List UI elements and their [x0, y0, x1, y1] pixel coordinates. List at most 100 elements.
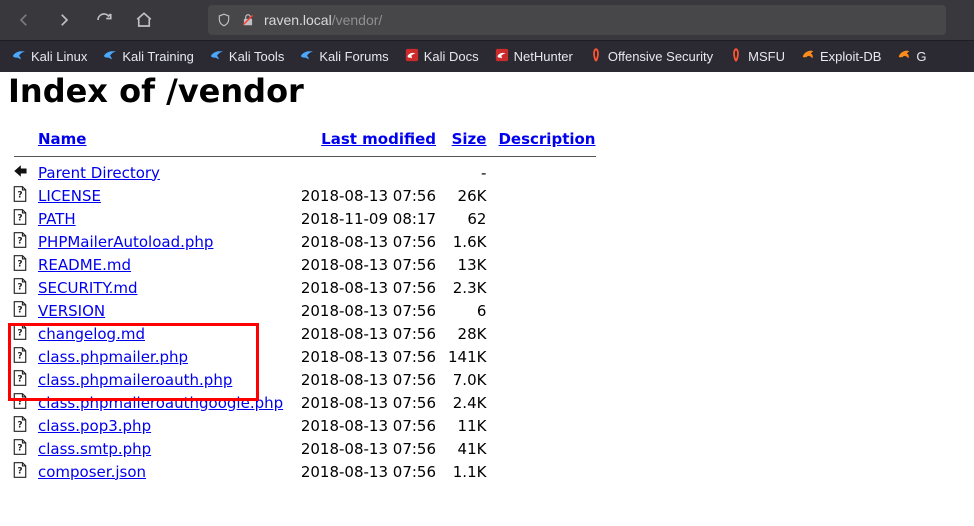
file-size: - [442, 161, 492, 184]
col-header-modified[interactable]: Last modified [321, 130, 436, 148]
svg-text:?: ? [17, 443, 22, 453]
file-link[interactable]: README.md [38, 256, 131, 274]
file-date: 2018-08-13 07:56 [292, 230, 442, 253]
col-header-size[interactable]: Size [452, 130, 487, 148]
bookmark-icon [589, 48, 603, 65]
bookmark-item[interactable]: Kali Tools [204, 44, 290, 69]
file-icon: ? [10, 414, 30, 434]
file-icon: ? [10, 276, 30, 296]
file-date: 2018-11-09 08:17 [292, 207, 442, 230]
file-link[interactable]: class.phpmaileroauth.php [38, 371, 232, 389]
table-row: ?composer.json2018-08-13 07:561.1K [8, 460, 602, 483]
file-desc [492, 368, 601, 391]
file-link[interactable]: PATH [38, 210, 76, 228]
file-link[interactable]: PHPMailerAutoload.php [38, 233, 213, 251]
file-link[interactable]: SECURITY.md [38, 279, 138, 297]
bookmark-item[interactable]: NetHunter [489, 44, 579, 69]
shield-icon[interactable] [216, 12, 232, 28]
svg-text:?: ? [17, 282, 22, 292]
svg-text:?: ? [17, 466, 22, 476]
file-date: 2018-08-13 07:56 [292, 276, 442, 299]
file-link[interactable]: composer.json [38, 463, 146, 481]
bookmark-item[interactable]: Kali Forums [294, 44, 394, 69]
file-desc [492, 345, 601, 368]
file-icon: ? [10, 322, 30, 342]
file-desc [492, 207, 601, 230]
bookmark-icon [729, 48, 743, 65]
file-desc [492, 253, 601, 276]
file-size: 2.3K [442, 276, 492, 299]
bookmark-label: Kali Docs [424, 49, 479, 64]
file-size: 26K [442, 184, 492, 207]
file-link[interactable]: class.pop3.php [38, 417, 151, 435]
bookmarks-bar: Kali Linux Kali Training Kali Tools Kali Fo… [0, 40, 974, 72]
directory-listing: Name Last modified Size Description Pare… [8, 126, 602, 483]
file-icon: ? [10, 391, 30, 411]
reload-button[interactable] [88, 4, 120, 36]
file-size: 2.4K [442, 391, 492, 414]
file-size: 11K [442, 414, 492, 437]
file-link[interactable]: class.smtp.php [38, 440, 151, 458]
file-size: 7.0K [442, 368, 492, 391]
file-date: 2018-08-13 07:56 [292, 368, 442, 391]
table-row: ?VERSION2018-08-13 07:566 [8, 299, 602, 322]
file-date: 2018-08-13 07:56 [292, 414, 442, 437]
bookmark-item[interactable]: Kali Docs [399, 44, 485, 69]
file-desc [492, 414, 601, 437]
bookmark-icon [300, 48, 314, 65]
bookmark-label: Kali Training [122, 49, 194, 64]
bookmark-item[interactable]: Kali Training [97, 44, 200, 69]
file-link[interactable]: LICENSE [38, 187, 101, 205]
bookmark-item[interactable]: MSFU [723, 44, 791, 69]
file-size: 13K [442, 253, 492, 276]
file-link[interactable]: Parent Directory [38, 164, 160, 182]
url-bar[interactable]: raven.local/vendor/ [208, 5, 946, 35]
file-size: 62 [442, 207, 492, 230]
bookmark-label: G [916, 49, 926, 64]
bookmark-label: Exploit-DB [820, 49, 881, 64]
svg-text:?: ? [17, 328, 22, 338]
file-link[interactable]: changelog.md [38, 325, 145, 343]
table-row: Parent Directory - [8, 161, 602, 184]
bookmark-icon [210, 48, 224, 65]
table-row: ?PATH2018-11-09 08:1762 [8, 207, 602, 230]
bookmark-item[interactable]: Exploit-DB [795, 44, 887, 69]
back-button[interactable] [8, 4, 40, 36]
col-header-name[interactable]: Name [38, 130, 86, 148]
file-desc [492, 460, 601, 483]
svg-text:?: ? [17, 420, 22, 430]
file-date: 2018-08-13 07:56 [292, 299, 442, 322]
file-link[interactable]: class.phpmailer.php [38, 348, 188, 366]
file-date: 2018-08-13 07:56 [292, 253, 442, 276]
file-link[interactable]: VERSION [38, 302, 105, 320]
bookmark-label: Kali Tools [229, 49, 284, 64]
file-link[interactable]: class.phpmaileroauthgoogle.php [38, 394, 283, 412]
svg-text:?: ? [17, 351, 22, 361]
file-size: 141K [442, 345, 492, 368]
table-row: ?class.phpmaileroauth.php2018-08-13 07:5… [8, 368, 602, 391]
table-row: ? class.phpmailer.php 2018-08-13 07:56141K [8, 345, 602, 368]
file-size: 41K [442, 437, 492, 460]
table-row: ? class.pop3.php 2018-08-13 07:5611K [8, 414, 602, 437]
file-date: 2018-08-13 07:56 [292, 437, 442, 460]
file-desc [492, 161, 601, 184]
svg-text:?: ? [17, 305, 22, 315]
bookmark-item[interactable]: Kali Linux [6, 44, 93, 69]
bookmark-icon [495, 48, 509, 65]
svg-text:?: ? [17, 236, 22, 246]
col-header-desc[interactable]: Description [498, 130, 595, 148]
bookmark-item[interactable]: Offensive Security [583, 44, 719, 69]
home-button[interactable] [128, 4, 160, 36]
file-desc [492, 322, 601, 345]
file-date: 2018-08-13 07:56 [292, 391, 442, 414]
table-row: ?README.md2018-08-13 07:5613K [8, 253, 602, 276]
file-date: 2018-08-13 07:56 [292, 184, 442, 207]
file-icon [10, 161, 30, 181]
file-size: 1.6K [442, 230, 492, 253]
file-date: 2018-08-13 07:56 [292, 345, 442, 368]
insecure-lock-icon[interactable] [240, 12, 256, 28]
bookmark-item[interactable]: G [891, 44, 932, 69]
file-desc [492, 230, 601, 253]
file-desc [492, 391, 601, 414]
forward-button[interactable] [48, 4, 80, 36]
